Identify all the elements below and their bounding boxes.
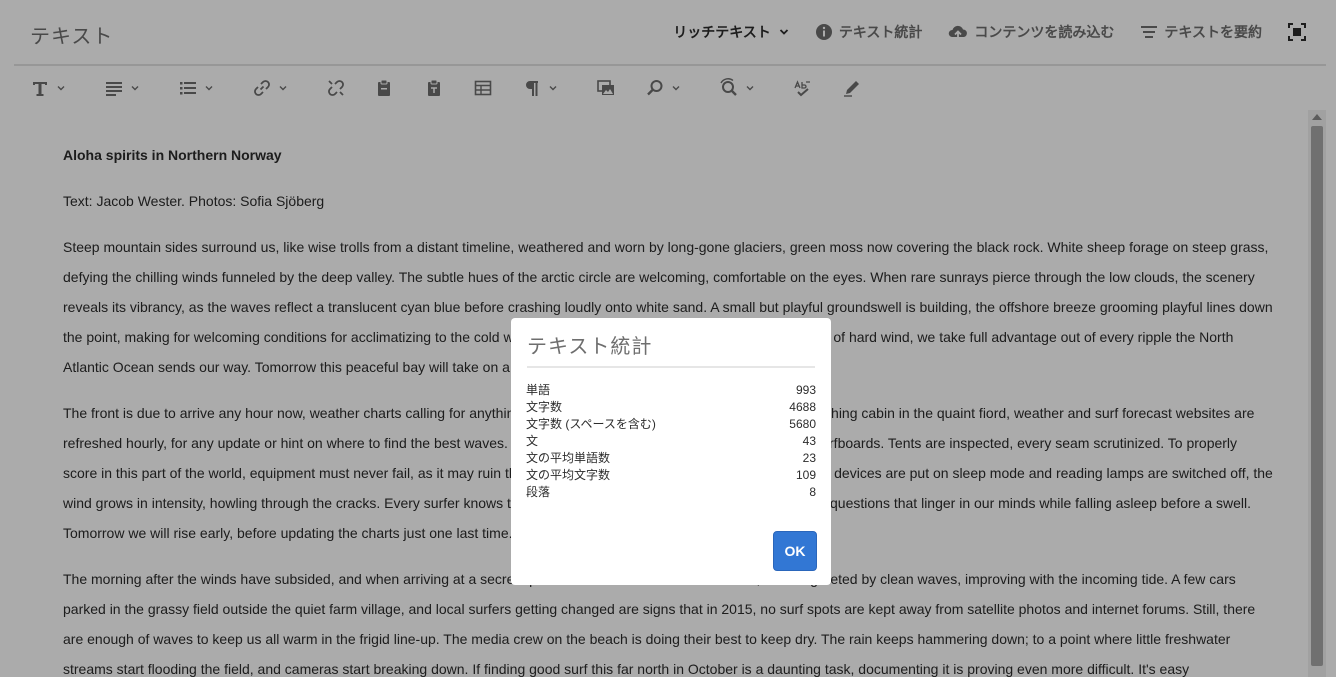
stat-value: 5680 [789, 417, 816, 431]
stat-label: 文字数 (スペースを含む) [526, 417, 656, 431]
stat-row-sentences: 文 43 [526, 433, 816, 450]
stat-value: 23 [802, 451, 816, 465]
stat-row-paragraphs: 段落 8 [526, 484, 816, 501]
stat-label: 文の平均単語数 [526, 451, 611, 465]
stat-row-avg-words-per-sentence: 文の平均単語数 23 [526, 450, 816, 467]
stat-label: 文字数 [526, 400, 563, 414]
stat-row-characters-with-spaces: 文字数 (スペースを含む) 5680 [526, 416, 816, 433]
ok-button[interactable]: OK [773, 531, 817, 571]
stat-row-words: 単語 993 [526, 382, 816, 399]
stat-value: 109 [795, 468, 816, 482]
stat-label: 単語 [526, 383, 551, 397]
stats-list: 単語 993 文字数 4688 文字数 (スペースを含む) 5680 文 43 文の平均… [526, 382, 816, 501]
stat-label: 文 [526, 434, 539, 448]
dialog-title: テキスト統計 [527, 336, 653, 358]
stat-value: 8 [809, 485, 816, 499]
stat-value: 43 [802, 434, 816, 448]
stat-label: 文の平均文字数 [526, 468, 611, 482]
stat-row-characters: 文字数 4688 [526, 399, 816, 416]
stat-value: 4688 [789, 400, 816, 414]
dialog-divider [527, 366, 815, 368]
stat-value: 993 [795, 383, 816, 397]
stat-label: 段落 [526, 485, 551, 499]
text-stats-dialog: テキスト統計 単語 993 文字数 4688 文字数 (スペースを含む) 5680 文… [511, 318, 831, 585]
stat-row-avg-chars-per-sentence: 文の平均文字数 109 [526, 467, 816, 484]
